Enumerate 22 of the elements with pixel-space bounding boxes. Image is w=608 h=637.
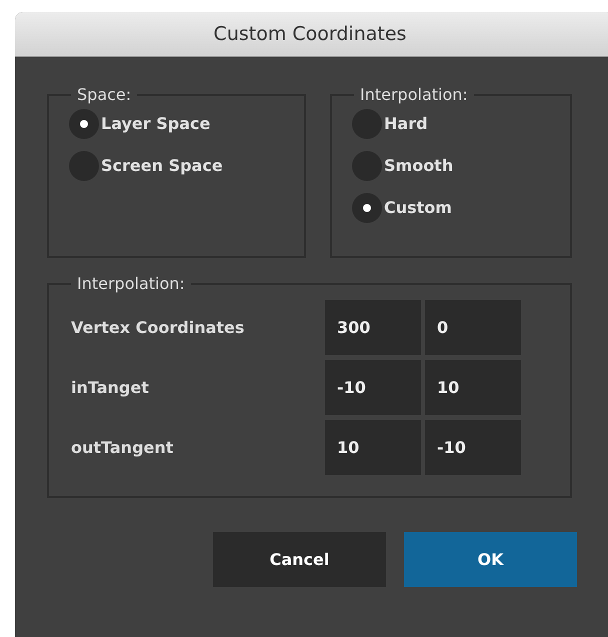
radio-label[interactable]: Screen Space xyxy=(101,154,223,178)
group-legend: Interpolation: xyxy=(354,87,474,103)
field-label: Vertex Coordinates xyxy=(70,316,246,338)
cancel-button[interactable]: Cancel xyxy=(213,532,386,587)
window-title: Custom Coordinates xyxy=(15,12,608,57)
ok-button[interactable]: OK xyxy=(404,532,577,587)
input-field[interactable]: 10 xyxy=(425,360,521,415)
radio-button[interactable] xyxy=(69,109,99,139)
radio-label[interactable]: Custom xyxy=(384,196,452,220)
radio-label[interactable]: Hard xyxy=(384,112,428,136)
radio-label[interactable]: Smooth xyxy=(384,154,454,178)
input-field[interactable]: -10 xyxy=(325,360,421,415)
input-field[interactable]: -10 xyxy=(425,420,521,475)
group-legend: Interpolation: xyxy=(71,276,191,292)
field-label: outTangent xyxy=(70,436,174,458)
input-field[interactable]: 0 xyxy=(425,300,521,355)
input-field[interactable]: 10 xyxy=(325,420,421,475)
radio-button[interactable] xyxy=(352,193,382,223)
field-label: inTanget xyxy=(70,376,150,398)
group-legend: Space: xyxy=(71,87,138,103)
input-field[interactable]: 300 xyxy=(325,300,421,355)
radio-label[interactable]: Layer Space xyxy=(101,112,210,136)
